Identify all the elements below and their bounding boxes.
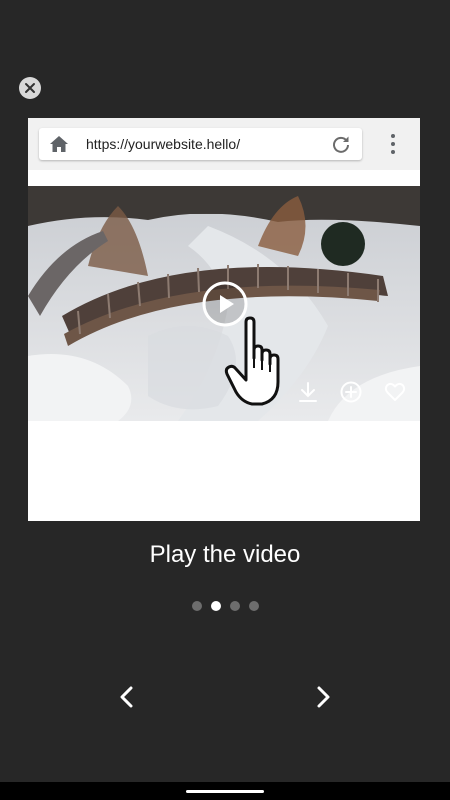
reload-icon[interactable] <box>331 134 351 154</box>
heart-icon[interactable] <box>383 380 407 404</box>
home-icon[interactable] <box>49 135 69 153</box>
tutorial-caption: Play the video <box>149 541 301 568</box>
url-text: https://yourwebsite.hello/ <box>86 136 241 152</box>
close-button[interactable] <box>19 77 41 99</box>
add-circle-icon[interactable] <box>339 380 363 404</box>
chevron-right-icon[interactable] <box>311 684 335 710</box>
video-player[interactable] <box>28 186 420 421</box>
more-vert-icon[interactable] <box>388 133 398 155</box>
page-dot-2-active <box>210 601 221 611</box>
page-dot-1 <box>191 601 202 611</box>
chevron-left-icon[interactable] <box>115 684 139 710</box>
address-bar[interactable]: https://yourwebsite.hello/ <box>39 128 362 160</box>
download-icon[interactable] <box>296 380 320 404</box>
hand-pointer-icon <box>224 316 280 406</box>
page-indicator <box>0 601 450 611</box>
system-navigation-bar <box>0 782 450 800</box>
tutorial-card: https://yourwebsite.hello/ <box>28 118 420 521</box>
page-dot-4 <box>248 601 259 611</box>
browser-toolbar: https://yourwebsite.hello/ <box>28 118 420 170</box>
home-indicator[interactable] <box>186 790 264 793</box>
page-dot-3 <box>229 601 240 611</box>
close-icon <box>25 83 35 93</box>
